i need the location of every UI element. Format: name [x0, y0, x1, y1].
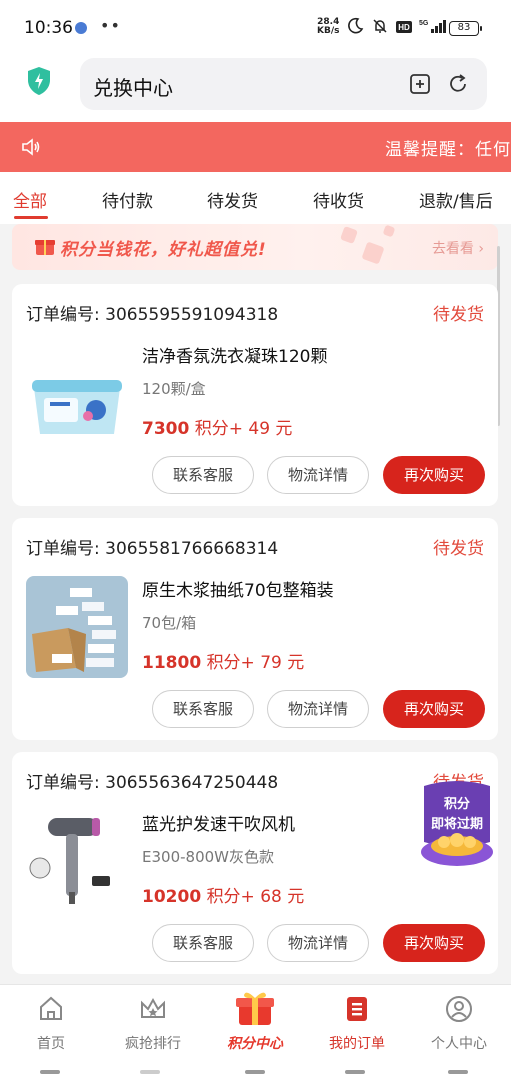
product-price: 7300 积分+ 49 元: [142, 419, 293, 439]
order-card: 订单编号: 3065595591094318 待发货 洁净香氛洗衣凝珠120颗 …: [12, 284, 498, 506]
page-title: 兑换中心: [93, 76, 173, 100]
product-image-tissue[interactable]: [26, 576, 128, 678]
product-image-laundry-pods[interactable]: [26, 342, 128, 444]
menu-gesture-icon[interactable]: [345, 1070, 365, 1074]
shield-icon: [28, 67, 50, 95]
tab-pending-payment[interactable]: 待付款: [102, 187, 153, 212]
nav-profile[interactable]: 个人中心: [408, 985, 510, 1057]
more-dots-icon: ••: [100, 16, 121, 35]
network-speed: 28.4 KB/s: [317, 17, 340, 36]
hd-icon: HD: [396, 19, 412, 38]
tab-pending-shipment[interactable]: 待发货: [207, 187, 258, 212]
mute-bell-icon: [371, 17, 389, 39]
status-bar: 10:36 •• 28.4 KB/s HD 5G 83: [0, 0, 511, 56]
system-nav-bar: [0, 1056, 511, 1080]
add-bookmark-icon[interactable]: [409, 73, 431, 95]
points-expiring-badge[interactable]: 积分 即将过期: [416, 780, 498, 870]
back-gesture-icon[interactable]: [40, 1070, 60, 1074]
logistics-details-button[interactable]: 物流详情: [267, 924, 369, 962]
notice-banner: 温馨提醒：任何: [0, 122, 511, 172]
crown-icon: [141, 997, 165, 1018]
order-card: 订单编号: 3065581766668314 待发货 原生木浆抽纸70包整箱装 …: [12, 518, 498, 740]
product-name[interactable]: 蓝光护发速干吹风机: [142, 810, 295, 835]
product-spec: E300-800W灰色款: [142, 848, 274, 866]
buy-again-button[interactable]: 再次购买: [383, 924, 485, 962]
gift-box-icon: [236, 992, 274, 1025]
address-bar[interactable]: 兑换中心: [80, 58, 487, 110]
speaker-icon: [22, 138, 40, 156]
order-status: 待发货: [433, 539, 484, 559]
tabs-gesture-icon[interactable]: [448, 1070, 468, 1074]
home-gesture-icon[interactable]: [245, 1070, 265, 1074]
gift-icon: [35, 240, 55, 255]
home-icon: [40, 996, 62, 1020]
product-price: 11800 积分+ 79 元: [142, 653, 305, 673]
product-spec: 120颗/盒: [142, 380, 206, 398]
tab-pending-receipt[interactable]: 待收货: [313, 187, 364, 212]
nav-my-orders[interactable]: 我的订单: [306, 985, 408, 1057]
contact-service-button[interactable]: 联系客服: [152, 924, 254, 962]
notice-text: 温馨提醒：任何: [385, 140, 511, 160]
buy-again-button[interactable]: 再次购买: [383, 456, 485, 494]
logistics-details-button[interactable]: 物流详情: [267, 456, 369, 494]
nav-points-center[interactable]: 积分中心: [204, 985, 306, 1057]
buy-again-button[interactable]: 再次购买: [383, 690, 485, 728]
app-notification-icon: [75, 22, 87, 34]
bottom-nav: 首页 疯抢排行 积分中心 我的订单 个人中心: [0, 984, 511, 1056]
orders-icon: [347, 997, 367, 1021]
header: 兑换中心: [0, 56, 511, 122]
refresh-icon[interactable]: [447, 73, 469, 95]
product-spec: 70包/箱: [142, 614, 197, 632]
active-tab-indicator: [14, 216, 48, 219]
product-name[interactable]: 洁净香氛洗衣凝珠120颗: [142, 342, 327, 367]
promo-link[interactable]: 去看看 ›: [432, 238, 484, 258]
product-name[interactable]: 原生木浆抽纸70包整箱装: [142, 576, 334, 601]
contact-service-button[interactable]: 联系客服: [152, 690, 254, 728]
svg-text:即将过期: 即将过期: [431, 816, 483, 832]
product-price: 10200 积分+ 68 元: [142, 887, 305, 907]
tab-all[interactable]: 全部: [13, 187, 47, 212]
user-icon: [446, 996, 472, 1022]
order-number: 订单编号: 3065563647250448: [26, 773, 279, 793]
forward-gesture-icon[interactable]: [140, 1070, 160, 1074]
clock: 10:36: [24, 18, 73, 38]
moon-icon: [346, 17, 364, 39]
signal-icon: 5G: [419, 18, 449, 38]
nav-ranking[interactable]: 疯抢排行: [102, 985, 204, 1057]
nav-home[interactable]: 首页: [0, 985, 102, 1057]
promo-banner[interactable]: 积分当钱花，好礼超值兑! 去看看 ›: [12, 224, 498, 270]
svg-text:积分: 积分: [444, 796, 470, 812]
promo-text: 积分当钱花，好礼超值兑!: [60, 240, 267, 260]
logistics-details-button[interactable]: 物流详情: [267, 690, 369, 728]
order-number: 订单编号: 3065595591094318: [26, 305, 279, 325]
svg-text:HD: HD: [398, 23, 410, 32]
battery-icon: 83: [449, 21, 482, 36]
tab-refund[interactable]: 退款/售后: [419, 187, 493, 212]
order-number: 订单编号: 3065581766668314: [26, 539, 279, 559]
contact-service-button[interactable]: 联系客服: [152, 456, 254, 494]
svg-text:5G: 5G: [419, 20, 429, 27]
order-tabs: 全部 待付款 待发货 待收货 退款/售后: [0, 172, 511, 224]
product-image-hair-dryer[interactable]: [26, 810, 128, 912]
order-status: 待发货: [433, 305, 484, 325]
